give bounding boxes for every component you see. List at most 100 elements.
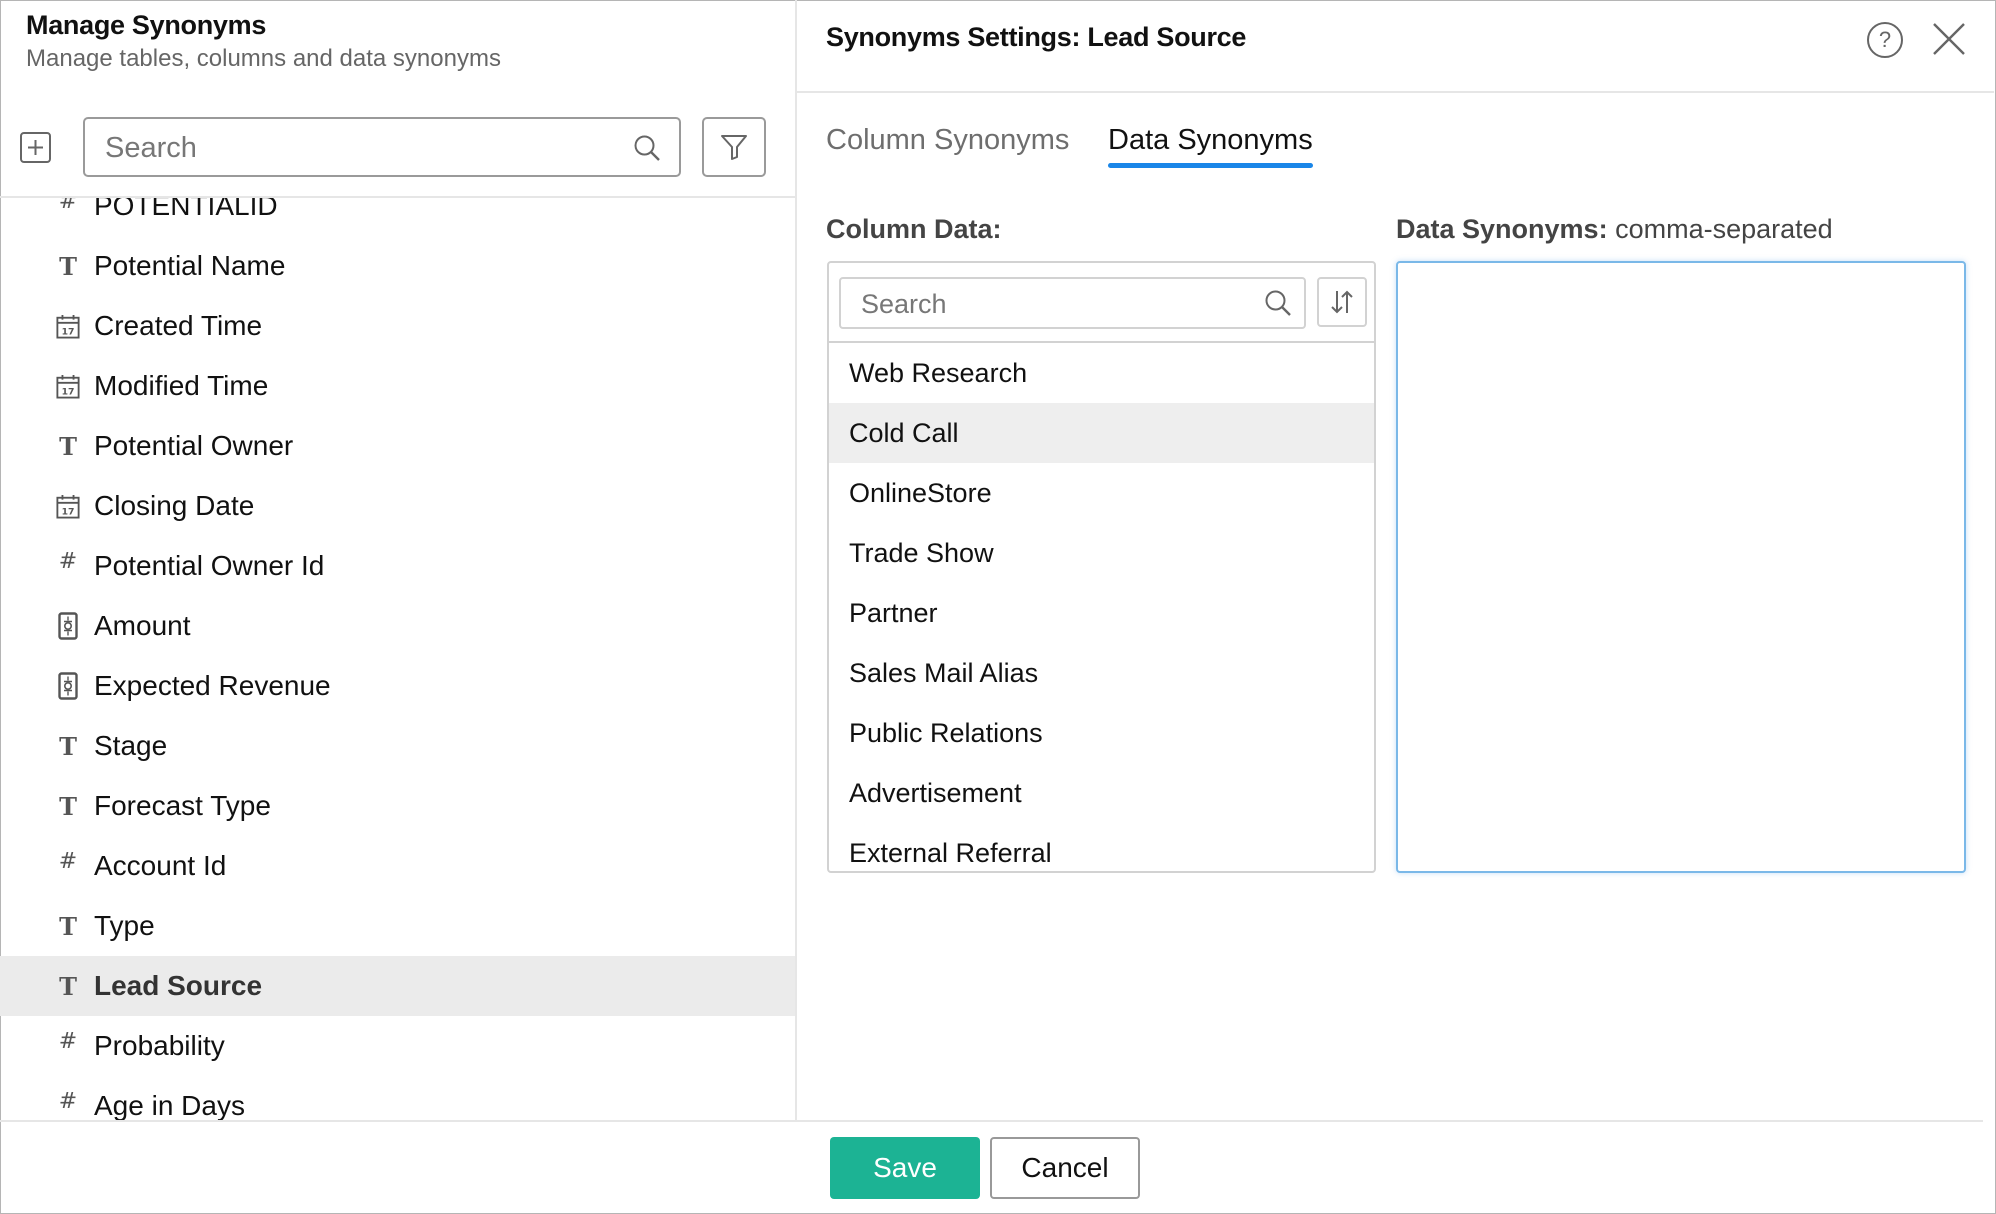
column-item[interactable]: Amount [0, 596, 795, 656]
calendar-icon: 17 [56, 372, 80, 400]
currency-icon [56, 612, 80, 640]
column-data-item-label: Cold Call [849, 417, 959, 448]
text-type-icon: T [59, 911, 77, 941]
column-data-list[interactable]: Web Research Cold Call OnlineStore Trade Sh… [829, 343, 1374, 871]
column-data-item-label: Advertisement [849, 777, 1022, 808]
hash-icon: # [58, 198, 78, 214]
column-item[interactable]: # Probability [0, 1016, 795, 1076]
save-button[interactable]: Save [830, 1137, 980, 1199]
text-type-icon: T [59, 731, 77, 761]
data-synonyms-hint: comma-separated [1615, 214, 1833, 244]
calendar-icon: 17 [56, 312, 80, 340]
column-data-item-label: Public Relations [849, 717, 1043, 748]
panel-title: Manage Synonyms [26, 10, 267, 40]
tab-column-synonyms[interactable]: Column Synonyms [826, 124, 1069, 157]
hash-icon: # [58, 848, 78, 874]
column-item[interactable]: T Stage [0, 716, 795, 776]
hash-icon: # [58, 1028, 78, 1054]
column-item-label: Potential Owner [94, 430, 294, 461]
search-icon[interactable] [633, 134, 661, 162]
column-item[interactable]: # Age in Days [0, 1076, 795, 1121]
currency-icon [56, 672, 80, 700]
calendar-icon: 17 [56, 492, 80, 520]
sort-icon [1331, 290, 1353, 314]
data-synonyms-textarea[interactable] [1396, 261, 1966, 873]
cancel-button[interactable]: Cancel [990, 1137, 1140, 1199]
tab-data-synonyms[interactable]: Data Synonyms [1108, 124, 1313, 157]
column-data-search-box[interactable] [839, 277, 1306, 329]
column-data-item-label: External Referral [849, 837, 1052, 868]
left-panel: Manage Synonyms Manage tables, columns a… [0, 0, 797, 1121]
column-data-item-label: OnlineStore [849, 477, 992, 508]
data-synonyms-label-title: Data Synonyms: [1396, 214, 1608, 244]
text-type-icon: T [59, 791, 77, 821]
text-type-icon: T [59, 971, 77, 1001]
column-item-label: Forecast Type [94, 790, 271, 821]
column-data-search-input[interactable] [859, 279, 1263, 329]
column-data-item[interactable]: Partner [829, 583, 1374, 643]
panel-subtitle: Manage tables, columns and data synonyms [26, 45, 501, 72]
column-item[interactable]: T Potential Name [0, 236, 795, 296]
column-data-item[interactable]: Public Relations [829, 703, 1374, 763]
column-item-label: Created Time [94, 310, 263, 341]
column-item[interactable]: T Type [0, 896, 795, 956]
column-data-item-label: Sales Mail Alias [849, 657, 1039, 688]
column-item[interactable]: Expected Revenue [0, 656, 795, 716]
column-data-label: Column Data: [826, 214, 1002, 244]
column-data-item[interactable]: Advertisement [829, 763, 1374, 823]
svg-text:17: 17 [62, 506, 75, 517]
svg-text:17: 17 [62, 326, 75, 337]
column-item-label: Potential Name [94, 250, 286, 281]
close-icon[interactable] [1930, 20, 1968, 58]
column-item-label: Probability [94, 1030, 225, 1061]
column-item-label: POTENTIALID [94, 198, 278, 221]
column-item-label: Potential Owner Id [94, 550, 325, 581]
column-item[interactable]: T Forecast Type [0, 776, 795, 836]
data-synonyms-label: Data Synonyms: comma-separated [1396, 214, 1833, 245]
header-divider [797, 91, 1994, 93]
footer-divider [0, 1120, 1983, 1122]
column-data-item[interactable]: OnlineStore [829, 463, 1374, 523]
column-item[interactable]: 17 Created Time [0, 296, 795, 356]
active-tab-indicator [1108, 163, 1313, 168]
column-data-item-label: Trade Show [849, 537, 994, 568]
text-type-icon: T [59, 431, 77, 461]
search-icon[interactable] [1264, 289, 1292, 317]
column-search-box[interactable] [83, 117, 681, 177]
column-data-item[interactable]: Trade Show [829, 523, 1374, 583]
column-item-label: Expected Revenue [94, 670, 331, 701]
column-item[interactable]: T Lead Source [0, 956, 795, 1016]
column-item[interactable]: T Potential Owner [0, 416, 795, 476]
column-data-item[interactable]: Sales Mail Alias [829, 643, 1374, 703]
column-item-label: Age in Days [94, 1090, 245, 1120]
sort-button[interactable] [1317, 277, 1367, 327]
column-search-input[interactable] [103, 119, 607, 177]
column-data-box: Web Research Cold Call OnlineStore Trade Sh… [827, 261, 1376, 873]
column-data-item-label: Web Research [849, 357, 1028, 388]
column-item[interactable]: # POTENTIALID [0, 198, 795, 236]
column-data-item[interactable]: External Referral [829, 823, 1374, 871]
hash-icon: # [58, 548, 78, 574]
column-item-label: Account Id [94, 850, 227, 881]
text-type-icon: T [59, 251, 77, 281]
column-item-label: Amount [94, 610, 191, 641]
plus-icon [28, 140, 43, 155]
column-data-item[interactable]: Web Research [829, 343, 1374, 403]
svg-text:17: 17 [62, 386, 75, 397]
hash-icon: # [58, 1088, 78, 1114]
column-item[interactable]: # Account Id [0, 836, 795, 896]
column-item-label: Modified Time [94, 370, 269, 401]
add-button[interactable] [20, 132, 51, 163]
column-item-label: Lead Source [94, 970, 263, 1001]
column-list[interactable]: # POTENTIALID T Potential Name 17 Created Tim… [0, 198, 795, 1120]
filter-button[interactable] [702, 117, 766, 177]
column-item-label: Closing Date [94, 490, 255, 521]
column-item[interactable]: 17 Closing Date [0, 476, 795, 536]
column-item[interactable]: 17 Modified Time [0, 356, 795, 416]
column-item-label: Type [94, 910, 155, 941]
help-icon: ? [1878, 27, 1892, 52]
column-item[interactable]: # Potential Owner Id [0, 536, 795, 596]
help-button[interactable]: ? [1867, 22, 1903, 58]
column-data-item-label: Partner [849, 597, 938, 628]
column-data-item[interactable]: Cold Call [829, 403, 1374, 463]
